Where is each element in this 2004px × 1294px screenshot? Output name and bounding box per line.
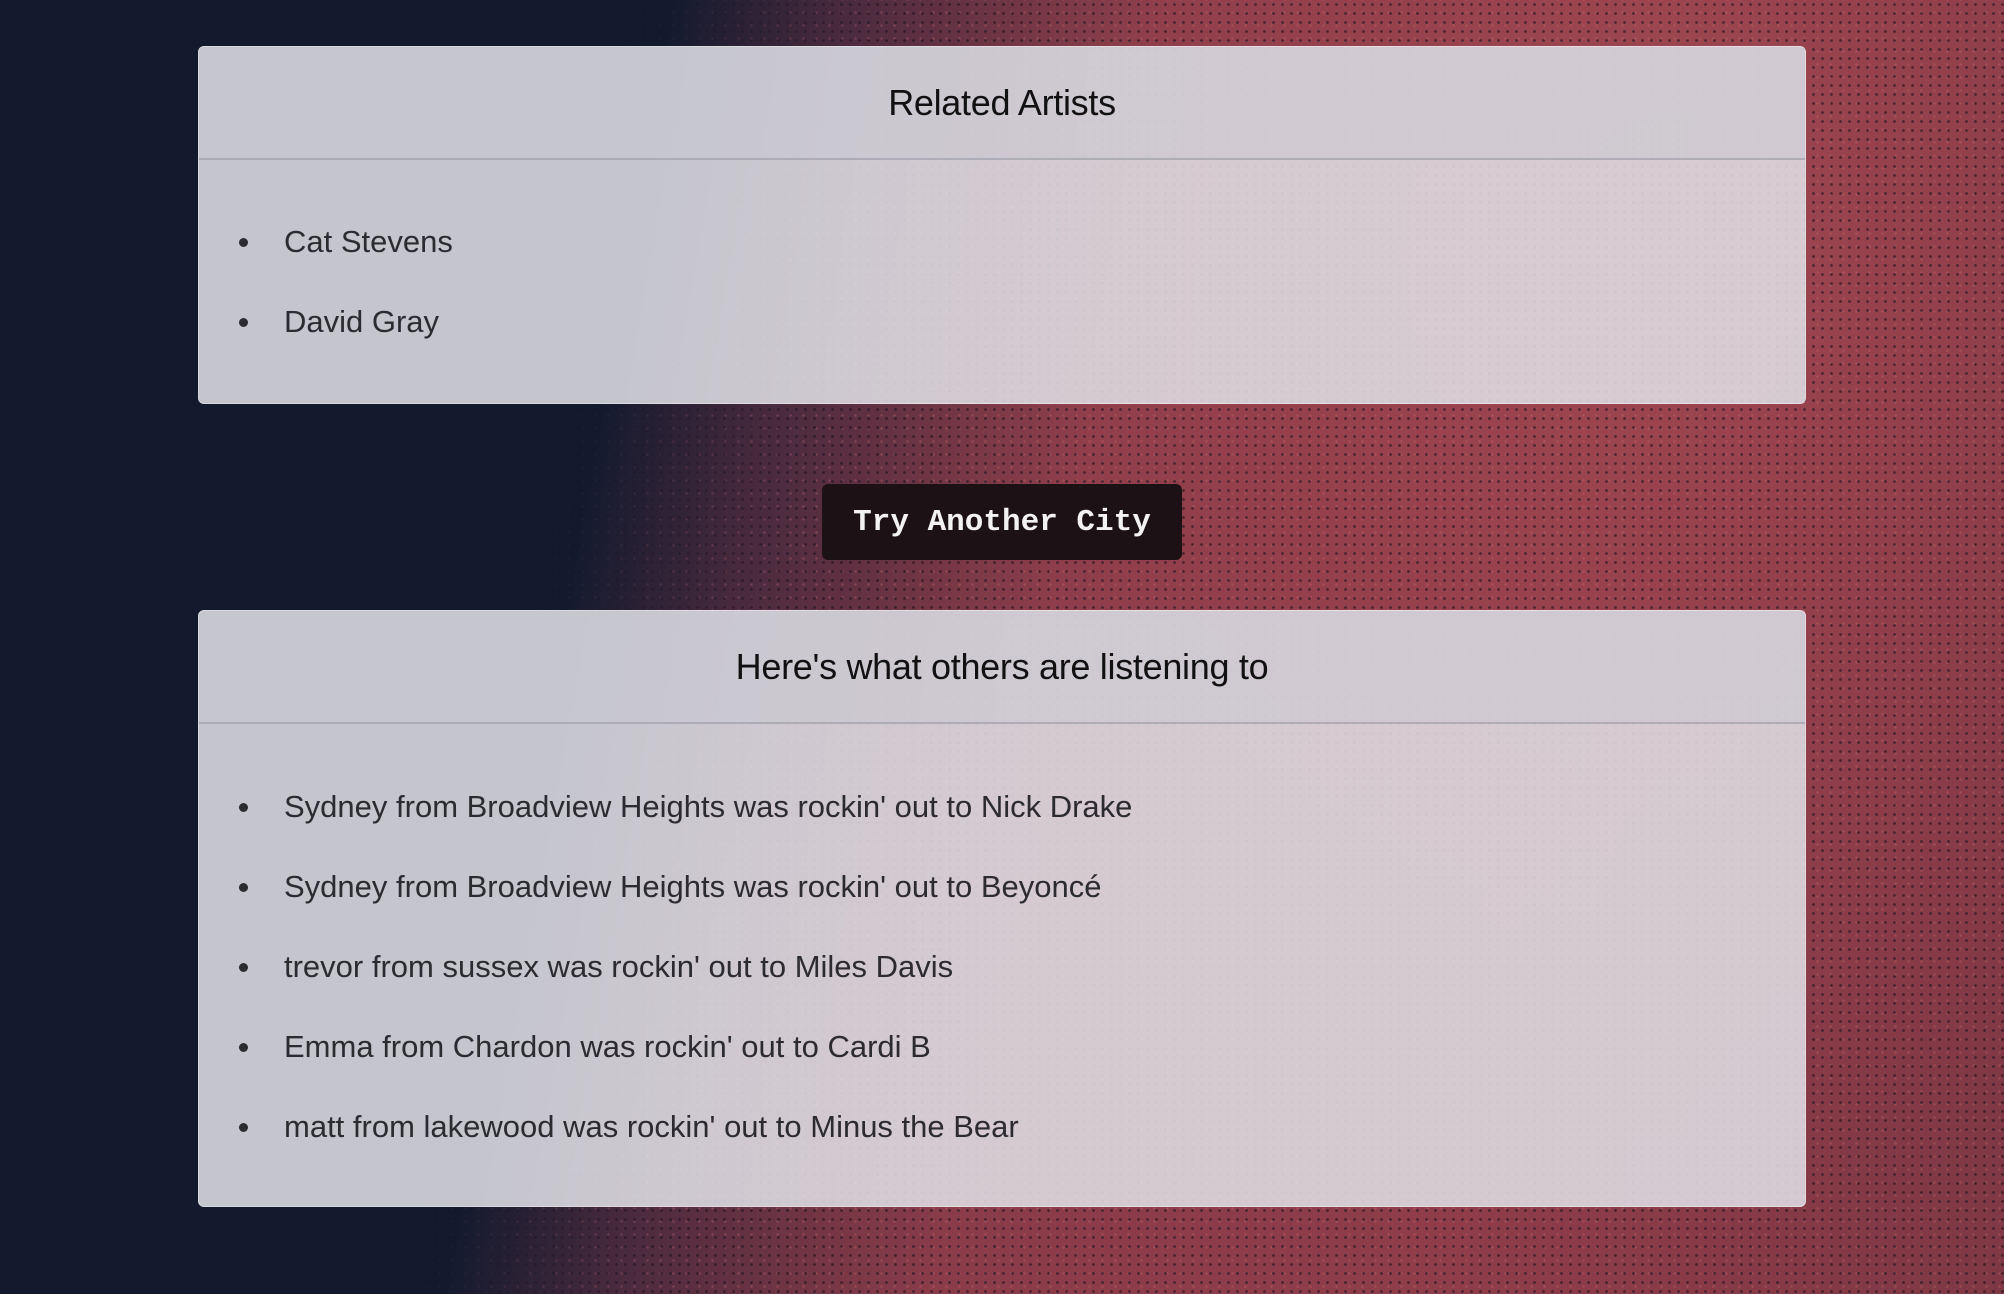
bullet-icon [239, 1123, 248, 1132]
activity-text: Emma from Chardon was rockin' out to Car… [284, 1029, 931, 1064]
related-artists-list: Cat Stevens David Gray [199, 160, 1805, 362]
related-artists-header: Related Artists [199, 47, 1805, 160]
bullet-icon [239, 1043, 248, 1052]
list-item: trevor from sussex was rockin' out to Mi… [199, 927, 1805, 1007]
try-another-city-button[interactable]: Try Another City [822, 484, 1182, 560]
activity-text: Sydney from Broadview Heights was rockin… [284, 789, 1133, 824]
list-item: Emma from Chardon was rockin' out to Car… [199, 1007, 1805, 1087]
others-listening-list: Sydney from Broadview Heights was rockin… [199, 724, 1805, 1167]
bullet-icon [239, 238, 248, 247]
bullet-icon [239, 803, 248, 812]
activity-text: Sydney from Broadview Heights was rockin… [284, 869, 1102, 904]
related-artists-card: Related Artists Cat Stevens David Gray [198, 46, 1806, 404]
others-listening-header: Here's what others are listening to [199, 611, 1805, 724]
artist-name: Cat Stevens [284, 224, 453, 259]
list-item: Sydney from Broadview Heights was rockin… [199, 767, 1805, 847]
artist-name: David Gray [284, 304, 440, 339]
list-item: matt from lakewood was rockin' out to Mi… [199, 1087, 1805, 1167]
activity-text: matt from lakewood was rockin' out to Mi… [284, 1109, 1019, 1144]
bullet-icon [239, 318, 248, 327]
related-artists-title: Related Artists [888, 81, 1116, 123]
bullet-icon [239, 883, 248, 892]
others-listening-title: Here's what others are listening to [735, 645, 1269, 687]
bullet-icon [239, 963, 248, 972]
list-item: Sydney from Broadview Heights was rockin… [199, 847, 1805, 927]
activity-text: trevor from sussex was rockin' out to Mi… [284, 949, 954, 984]
list-item: David Gray [199, 282, 1805, 362]
list-item: Cat Stevens [199, 202, 1805, 282]
others-listening-card: Here's what others are listening to Sydn… [198, 610, 1806, 1207]
